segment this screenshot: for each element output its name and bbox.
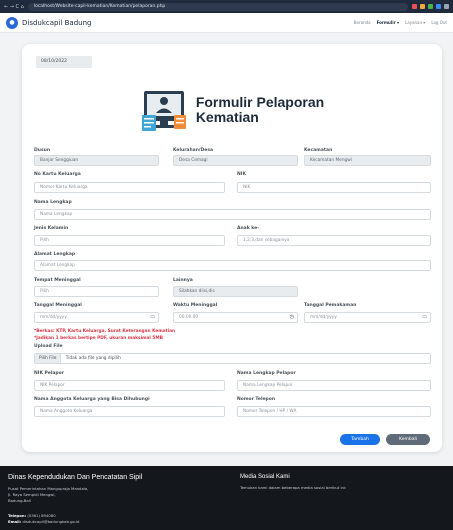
anak-label: Anak ke- [237, 226, 260, 231]
file-status: Tidak ada file yang dipilih [65, 356, 121, 361]
alamat-input[interactable]: Alamat Lengkap [34, 260, 431, 271]
anak-input[interactable]: 1,2,3,dan sebagainya [237, 235, 431, 246]
calendar-icon[interactable]: ▭ [422, 313, 427, 322]
back-button[interactable]: Kembali [386, 434, 430, 445]
menu-beranda[interactable]: Beranda [354, 20, 371, 25]
waktu-label: Waktu Meninggal [173, 303, 218, 308]
dusun-field[interactable]: Banjar Senggiuan [34, 155, 159, 166]
kecamatan-label: Kecamatan [304, 148, 333, 153]
menu-layanan[interactable]: Layanan ▾ [405, 20, 425, 25]
report-form-icon [140, 85, 190, 135]
tempat-label: Tempat Meninggal [34, 278, 81, 283]
kelurahan-label: Kelurahan/Desa [173, 148, 214, 153]
kecamatan-field[interactable]: Kecamatan Mengwi [304, 155, 431, 166]
page-title-line1: Formulir Pelaporan [195, 94, 325, 110]
nokk-input[interactable]: Nomor Kartu Keluarga [34, 182, 225, 193]
choose-file-button[interactable]: Pilih File [35, 354, 62, 363]
form-header: Formulir Pelaporan Kematian [22, 80, 442, 140]
email-value[interactable]: disdukcapil@badungkab.go.id [22, 519, 79, 524]
berkas-note-1: *Berkas: KTP, Kartu Keluarga, Surat Kete… [34, 329, 176, 334]
form-card: 08/10/2022 Formulir Pelaporan Kematian D… [22, 44, 442, 452]
clock-icon[interactable]: ◷ [290, 313, 294, 322]
tgl-makam-input[interactable]: mm/dd/yyyy ▭ [304, 312, 431, 323]
phone-value[interactable]: (0361) 894080 [27, 513, 55, 518]
date-display: 08/10/2022 [36, 56, 92, 68]
footer-contact: Telepon: (0361) 894080 Email: disdukcapi… [8, 513, 79, 525]
file-upload-input[interactable]: Pilih File Tidak ada file yang dipilih [34, 353, 431, 364]
top-navbar: ● Disdukcapil Badung Beranda Formulir ▾ … [0, 13, 453, 33]
jk-label: Jenis Kelamin [34, 226, 69, 231]
nik-pelapor-input[interactable]: NIK Pelapor [34, 380, 225, 391]
nama-label: Nama Lengkap [34, 200, 72, 205]
submit-button[interactable]: Tambah [340, 434, 380, 445]
page-title-line2: Kematian [195, 109, 259, 125]
browser-toolbar: ← → C ⌂ localhost/Website-capil-kematian… [0, 0, 453, 13]
tgl-meninggal-value: mm/dd/yyyy [40, 315, 67, 320]
nama-pelapor-label: Nama Lengkap Pelapor [237, 371, 296, 376]
main-menu: Beranda Formulir ▾ Layanan ▾ Log Out [354, 20, 447, 25]
address-bar[interactable]: localhost/Website-capil-kematian/Kematia… [27, 2, 408, 11]
nik-input[interactable]: NIK [237, 182, 431, 193]
waktu-input[interactable]: 00.00.00 ◷ [173, 312, 298, 323]
social-title: Media Sosial Kami [240, 474, 290, 480]
alamat-label: Alamat Lengkap [34, 252, 76, 257]
brand-name[interactable]: Disdukcapil Badung [22, 19, 91, 27]
footer: Dinas Kependudukan Dan Pencatatan Sipil … [0, 466, 453, 530]
nama-pelapor-input[interactable]: Nama Lengkap Pelapor [237, 380, 431, 391]
upload-label: Upload File [34, 344, 63, 349]
nama-input[interactable]: Nama Lengkap [34, 209, 431, 220]
menu-logout[interactable]: Log Out [431, 20, 447, 25]
telepon-input[interactable]: Nomor Telepon / HP / WA [237, 406, 431, 417]
footer-address: Pusat Pemerintahan Mangupraja Mandala, J… [8, 486, 88, 504]
page-title: Formulir Pelaporan Kematian [196, 95, 324, 125]
dusun-label: Dusun [34, 148, 51, 153]
tgl-makam-value: mm/dd/yyyy [310, 315, 337, 320]
menu-formulir[interactable]: Formulir ▾ [377, 20, 399, 25]
tgl-meninggal-label: Tanggal Meninggal [34, 303, 82, 308]
lainnya-label: Lainnya [173, 278, 193, 283]
calendar-icon[interactable]: ▭ [150, 313, 155, 322]
waktu-value: 00.00.00 [179, 315, 199, 320]
nokk-label: No Kartu Keluarga [34, 172, 81, 177]
anggota-input[interactable]: Nama Anggota Keluarga [34, 406, 225, 417]
kelurahan-field[interactable]: Desa Cemagi [173, 155, 298, 166]
address-line-3: Badung-Bali [8, 498, 31, 503]
berkas-note-2: *Jadikan 1 berkas bertipe PDF, ukuran ma… [34, 336, 163, 341]
tgl-makam-label: Tanggal Pemakaman [304, 303, 357, 308]
lainnya-input[interactable]: Silahkan diisi,dis [173, 286, 298, 297]
tempat-select[interactable]: Pilih [34, 286, 159, 297]
jk-select[interactable]: Pilih [34, 235, 225, 246]
social-text: Temukan kami dalam beberapa media sosial… [240, 485, 347, 490]
email-label: Email: [8, 519, 22, 524]
browser-nav-buttons[interactable]: ← → C ⌂ [4, 4, 24, 10]
phone-label: Telepon: [8, 513, 27, 518]
nik-label: NIK [237, 172, 246, 177]
extension-icons[interactable] [412, 4, 449, 9]
logo-icon[interactable]: ● [6, 16, 18, 29]
nik-pelapor-label: NIK Pelapor [34, 371, 64, 376]
anggota-label: Nama Anggota Keluarga yang Bisa Dihubung… [34, 397, 150, 402]
telepon-label: Nomor Telepon [237, 397, 276, 402]
tgl-meninggal-input[interactable]: mm/dd/yyyy ▭ [34, 312, 159, 323]
footer-title: Dinas Kependudukan Dan Pencatatan Sipil [8, 474, 143, 481]
